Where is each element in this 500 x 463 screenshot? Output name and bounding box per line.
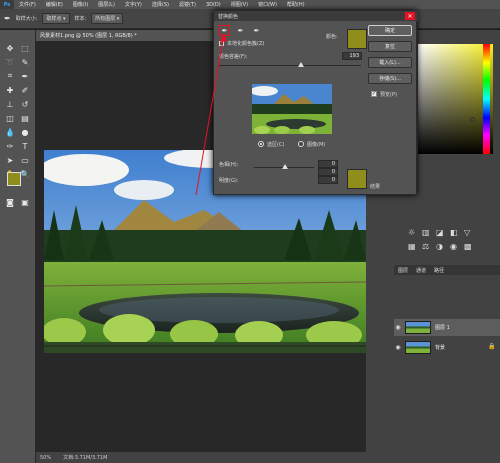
hue-sat-icon[interactable]: ▦ xyxy=(408,242,416,251)
localized-clusters-label: 本地化颜色簇(Z) xyxy=(227,41,265,47)
color-label: 颜色: xyxy=(326,34,338,40)
reset-button[interactable]: 复位 xyxy=(368,41,412,52)
brush-tool-icon[interactable]: ✐ xyxy=(19,84,31,96)
crop-tool-icon[interactable]: ⌗ xyxy=(4,70,16,82)
image-radio-label: 图像(M) xyxy=(307,142,326,148)
channel-mixer-icon[interactable]: ▩ xyxy=(464,242,472,251)
path-select-icon[interactable]: ➤ xyxy=(4,154,16,166)
pen-tool-icon[interactable]: ✑ xyxy=(4,140,16,152)
shape-tool-icon[interactable]: ▭ xyxy=(19,154,31,166)
visibility-eye-icon[interactable]: ◉ xyxy=(394,344,402,351)
sampled-color-swatch[interactable] xyxy=(347,29,367,49)
menu-image[interactable]: 图像(I) xyxy=(68,1,93,8)
exposure-icon[interactable]: ◧ xyxy=(450,228,458,237)
adjustments-panel: ☼ ▥ ◪ ◧ ▽ ▦ ⚖ ◑ ◉ ▩ xyxy=(400,220,500,260)
sample-size-label: 取样大小: xyxy=(15,16,38,22)
photoshop-logo[interactable]: Ps xyxy=(0,0,14,9)
quick-select-tool-icon[interactable]: ✎ xyxy=(19,56,31,68)
quick-mask-icon[interactable]: ◙ xyxy=(4,196,16,208)
black-white-icon[interactable]: ◑ xyxy=(436,242,443,251)
tab-paths[interactable]: 路径 xyxy=(434,267,444,274)
photo-filter-icon[interactable]: ◉ xyxy=(450,242,457,251)
selection-radio-label: 选区(C) xyxy=(267,142,285,148)
sample-size-select[interactable]: 取样点 ▾ xyxy=(42,13,70,24)
color-balance-icon[interactable]: ⚖ xyxy=(422,242,429,251)
document-info: 文档:3.71M/3.71M xyxy=(63,455,108,461)
levels-icon[interactable]: ▥ xyxy=(422,228,430,237)
healing-tool-icon[interactable]: ✚ xyxy=(4,84,16,96)
fuzziness-slider-knob[interactable] xyxy=(298,62,304,67)
close-button[interactable]: ✕ xyxy=(405,12,415,20)
replace-color-dialog: 替换颜色 ✕ ✒ ✒ ✒ 本地化颜色簇(Z) 颜色: 颜色容差(F): 193 … xyxy=(213,10,418,195)
layer-row[interactable]: ◉ 图层 1 xyxy=(394,319,500,336)
preview-label: 预览(P) xyxy=(380,92,397,98)
layer-thumbnail xyxy=(405,341,431,354)
annotation-arrow xyxy=(195,32,227,196)
hue-input[interactable]: 0 xyxy=(318,160,338,168)
foreground-color-swatch[interactable] xyxy=(7,172,21,186)
menu-window[interactable]: 窗口(W) xyxy=(253,1,282,8)
menu-view[interactable]: 视图(V) xyxy=(226,1,253,8)
layer-name[interactable]: 背景 xyxy=(435,344,445,351)
layers-panel: 图层 通道 路径 ◉ 图层 1 ◉ 背景 🔒 xyxy=(394,265,500,463)
curves-icon[interactable]: ◪ xyxy=(436,228,444,237)
document-title: 风景素材1.png @ 50% (图层 1, RGB/8) * xyxy=(40,33,137,39)
menu-type[interactable]: 文字(Y) xyxy=(120,1,147,8)
eyedropper-icon[interactable]: ✒ xyxy=(4,14,11,23)
menu-layer[interactable]: 图层(L) xyxy=(93,1,120,8)
fuzziness-input[interactable]: 193 xyxy=(342,52,362,60)
hue-slider[interactable] xyxy=(483,44,490,154)
dodge-tool-icon[interactable]: ● xyxy=(19,126,31,138)
hue-slider-knob[interactable] xyxy=(282,164,288,169)
history-brush-icon[interactable]: ↺ xyxy=(19,98,31,110)
zoom-level[interactable]: 50% xyxy=(40,455,51,461)
blur-tool-icon[interactable]: 💧 xyxy=(4,126,16,138)
layer-row[interactable]: ◉ 背景 🔒 xyxy=(394,339,500,356)
stamp-tool-icon[interactable]: ⊥ xyxy=(4,98,16,110)
sample-layers-select[interactable]: 所有图层 ▾ xyxy=(91,13,124,24)
fuzziness-slider-track[interactable] xyxy=(219,65,361,66)
eyedropper-tool-icon[interactable]: ✒ xyxy=(19,70,31,82)
menu-file[interactable]: 文件(F) xyxy=(14,1,41,8)
layer-name[interactable]: 图层 1 xyxy=(435,324,450,331)
eyedropper-subtract-icon[interactable]: ✒ xyxy=(251,25,262,36)
status-bar: 50% 文档:3.71M/3.71M xyxy=(36,452,366,463)
lasso-tool-icon[interactable]: ➰ xyxy=(4,56,16,68)
selection-preview-image[interactable] xyxy=(252,84,332,134)
lock-icon: 🔒 xyxy=(488,343,496,350)
menu-3d[interactable]: 3D(D) xyxy=(201,2,226,8)
save-button[interactable]: 存储(S)... xyxy=(368,73,412,84)
gradient-tool-icon[interactable]: ▤ xyxy=(19,112,31,124)
image-radio[interactable] xyxy=(298,141,304,147)
menu-bar: Ps 文件(F) 编辑(E) 图像(I) 图层(L) 文字(Y) 选择(S) 滤… xyxy=(0,0,500,9)
tab-channels[interactable]: 通道 xyxy=(416,267,426,274)
tools-panel: ✥ ⬚ ➰ ✎ ⌗ ✒ ✚ ✐ ⊥ ↺ ◫ ▤ 💧 ● ✑ T ➤ ▭ ✋ 🔍 … xyxy=(0,30,36,463)
layers-panel-tabs: 图层 通道 路径 xyxy=(394,265,500,275)
tab-layers[interactable]: 图层 xyxy=(398,267,408,274)
brightness-icon[interactable]: ☼ xyxy=(408,228,415,237)
ok-button[interactable]: 确定 xyxy=(368,25,412,36)
visibility-eye-icon[interactable]: ◉ xyxy=(394,324,402,331)
eyedropper-add-icon[interactable]: ✒ xyxy=(235,25,246,36)
menu-filter[interactable]: 滤镜(T) xyxy=(174,1,201,8)
menu-edit[interactable]: 编辑(E) xyxy=(41,1,68,8)
dialog-title: 替换颜色 xyxy=(214,11,418,21)
eraser-tool-icon[interactable]: ◫ xyxy=(4,112,16,124)
preview-checkbox[interactable]: ✓ xyxy=(371,91,377,97)
move-tool-icon[interactable]: ✥ xyxy=(4,42,16,54)
replace-section xyxy=(213,178,417,195)
marquee-tool-icon[interactable]: ⬚ xyxy=(19,42,31,54)
menu-select[interactable]: 选择(S) xyxy=(147,1,174,8)
color-picker-cursor[interactable] xyxy=(470,117,475,122)
type-tool-icon[interactable]: T xyxy=(19,140,31,152)
vibrance-icon[interactable]: ▽ xyxy=(464,228,470,237)
layer-thumbnail xyxy=(405,321,431,334)
load-button[interactable]: 载入(L)... xyxy=(368,57,412,68)
selection-radio[interactable] xyxy=(258,141,264,147)
menu-help[interactable]: 帮助(H) xyxy=(282,1,310,8)
screen-mode-icon[interactable]: ▣ xyxy=(19,196,31,208)
color-picker-field[interactable] xyxy=(418,44,493,154)
sample-label: 样本: xyxy=(74,16,87,22)
